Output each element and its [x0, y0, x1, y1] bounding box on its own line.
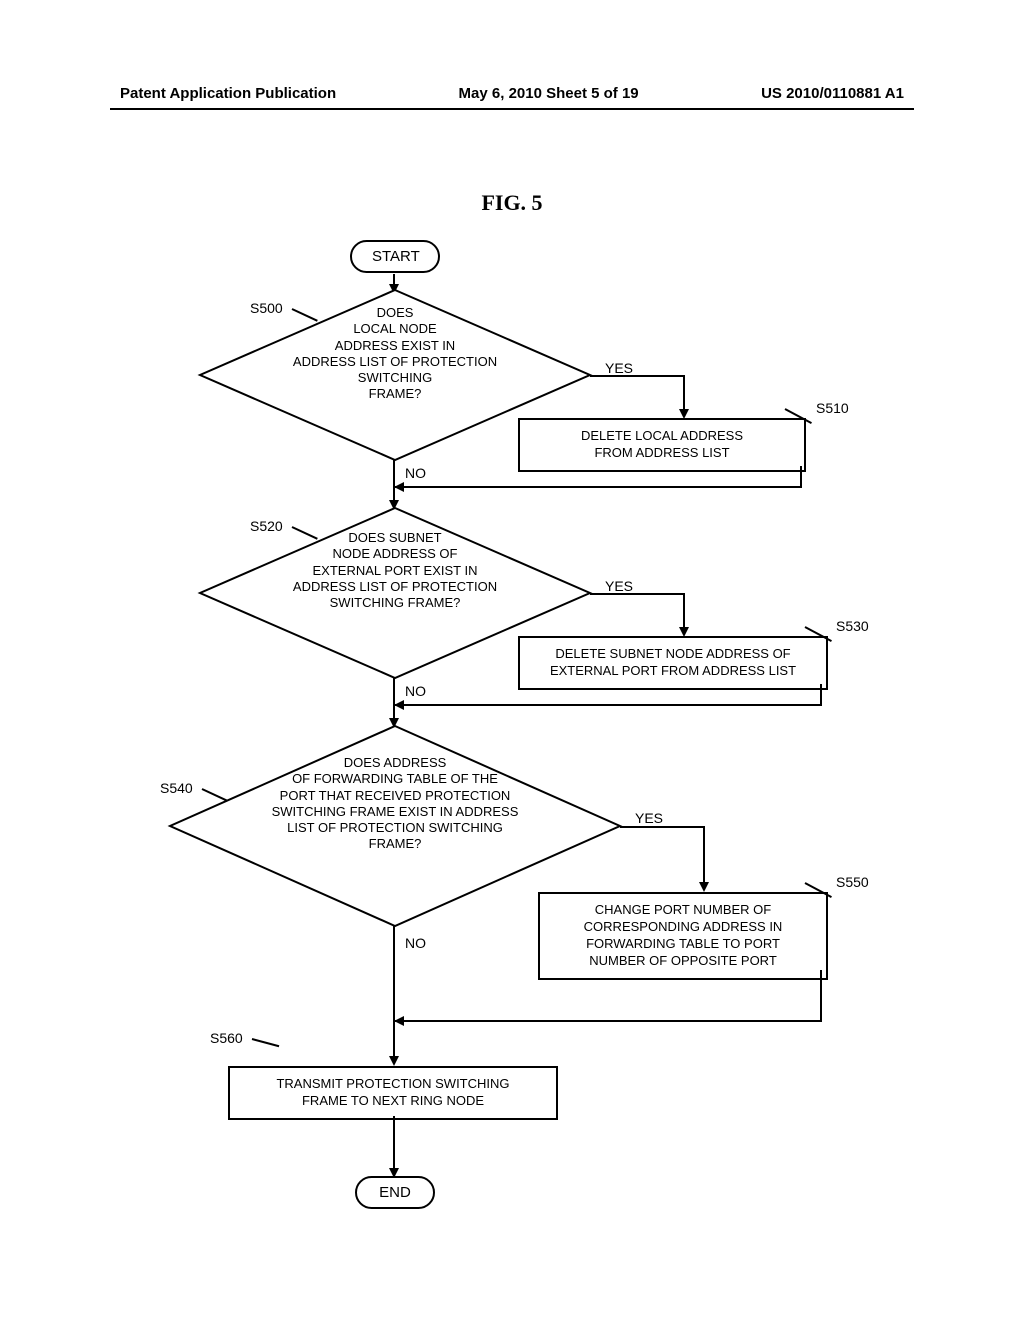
leader-line: [252, 1038, 280, 1047]
header-center: May 6, 2010 Sheet 5 of 19: [459, 85, 639, 102]
step-s510: S510: [816, 400, 849, 416]
step-s540: S540: [160, 780, 193, 796]
step-s560: S560: [210, 1030, 243, 1046]
connector: [394, 704, 822, 706]
arrow-icon: [699, 882, 709, 892]
connector: [703, 826, 705, 886]
decision-d3-text: DOES ADDRESS OF FORWARDING TABLE OF THE …: [220, 755, 570, 853]
header-divider: [110, 108, 914, 110]
process-p1: DELETE LOCAL ADDRESS FROM ADDRESS LIST: [518, 418, 806, 472]
end-terminal: END: [355, 1176, 435, 1209]
step-s550: S550: [836, 874, 869, 890]
connector: [820, 684, 822, 704]
no-label: NO: [405, 935, 426, 951]
start-terminal: START: [350, 240, 440, 273]
connector: [393, 926, 395, 1026]
yes-label: YES: [605, 360, 633, 376]
connector: [800, 466, 802, 486]
connector: [393, 1116, 395, 1172]
arrow-icon: [394, 482, 404, 492]
no-label: NO: [405, 465, 426, 481]
process-p3: CHANGE PORT NUMBER OF CORRESPONDING ADDR…: [538, 892, 828, 980]
decision-d1-text: DOES LOCAL NODE ADDRESS EXIST IN ADDRESS…: [235, 305, 555, 403]
connector: [620, 826, 705, 828]
figure-title: FIG. 5: [481, 190, 542, 216]
connector: [683, 375, 685, 413]
arrow-icon: [394, 700, 404, 710]
process-p2: DELETE SUBNET NODE ADDRESS OF EXTERNAL P…: [518, 636, 828, 690]
connector: [590, 593, 685, 595]
connector: [590, 375, 685, 377]
connector: [683, 593, 685, 631]
step-s530: S530: [836, 618, 869, 634]
arrow-icon: [389, 1056, 399, 1066]
connector: [394, 1020, 822, 1022]
connector: [393, 1020, 395, 1060]
page-header: Patent Application Publication May 6, 20…: [0, 85, 1024, 102]
header-left: Patent Application Publication: [120, 85, 336, 102]
yes-label: YES: [635, 810, 663, 826]
flowchart: START DOES LOCAL NODE ADDRESS EXIST IN A…: [160, 240, 880, 1210]
decision-d2-text: DOES SUBNET NODE ADDRESS OF EXTERNAL POR…: [235, 530, 555, 611]
header-right: US 2010/0110881 A1: [761, 85, 904, 102]
connector: [394, 486, 802, 488]
no-label: NO: [405, 683, 426, 699]
arrow-icon: [394, 1016, 404, 1026]
process-p4: TRANSMIT PROTECTION SWITCHING FRAME TO N…: [228, 1066, 558, 1120]
yes-label: YES: [605, 578, 633, 594]
connector: [820, 970, 822, 1020]
